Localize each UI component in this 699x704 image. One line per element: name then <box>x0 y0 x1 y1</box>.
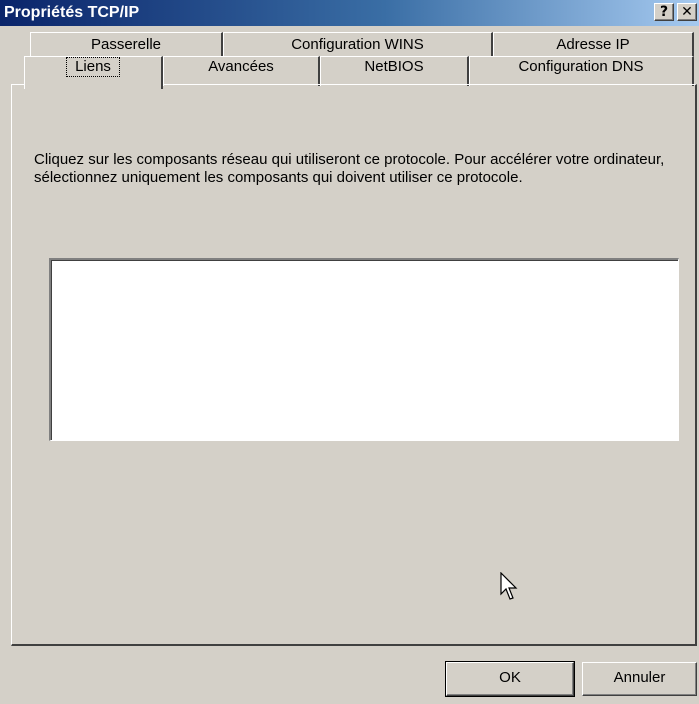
close-icon: ✕ <box>681 4 693 20</box>
tab-page-liens: Cliquez sur les composants réseau qui ut… <box>11 84 697 646</box>
tab-configuration-wins[interactable]: Configuration WINS <box>223 32 493 58</box>
tab-netbios[interactable]: NetBIOS <box>320 56 469 86</box>
tab-label: Passerelle <box>90 36 162 53</box>
close-button[interactable]: ✕ <box>677 3 697 21</box>
network-components-list[interactable] <box>49 258 679 441</box>
ok-button[interactable]: OK <box>445 661 575 697</box>
window-title: Propriétés TCP/IP <box>4 4 140 21</box>
tab-label: Avancées <box>208 58 274 75</box>
tab-label: Liens <box>66 57 120 77</box>
title-bar[interactable]: Propriétés TCP/IP ? ✕ <box>0 0 699 26</box>
tab-label: NetBIOS <box>364 58 424 75</box>
tab-liens[interactable]: Liens <box>24 56 163 89</box>
tab-label: Configuration DNS <box>518 58 644 75</box>
tab-label: Configuration WINS <box>291 36 424 53</box>
tab-avancees[interactable]: Avancées <box>163 56 320 86</box>
tab-label: Adresse IP <box>556 36 630 53</box>
tcpip-properties-dialog: Propriétés TCP/IP ? ✕ Passerelle Configu… <box>0 0 699 704</box>
tab-passerelle[interactable]: Passerelle <box>30 32 223 58</box>
cancel-button[interactable]: Annuler <box>582 662 697 696</box>
tab-configuration-dns[interactable]: Configuration DNS <box>469 56 694 86</box>
description-text: Cliquez sur les composants réseau qui ut… <box>34 151 665 186</box>
mouse-cursor-icon <box>500 572 518 600</box>
tab-adresse-ip[interactable]: Adresse IP <box>493 32 694 58</box>
help-button[interactable]: ? <box>654 3 674 21</box>
help-icon: ? <box>659 4 669 20</box>
